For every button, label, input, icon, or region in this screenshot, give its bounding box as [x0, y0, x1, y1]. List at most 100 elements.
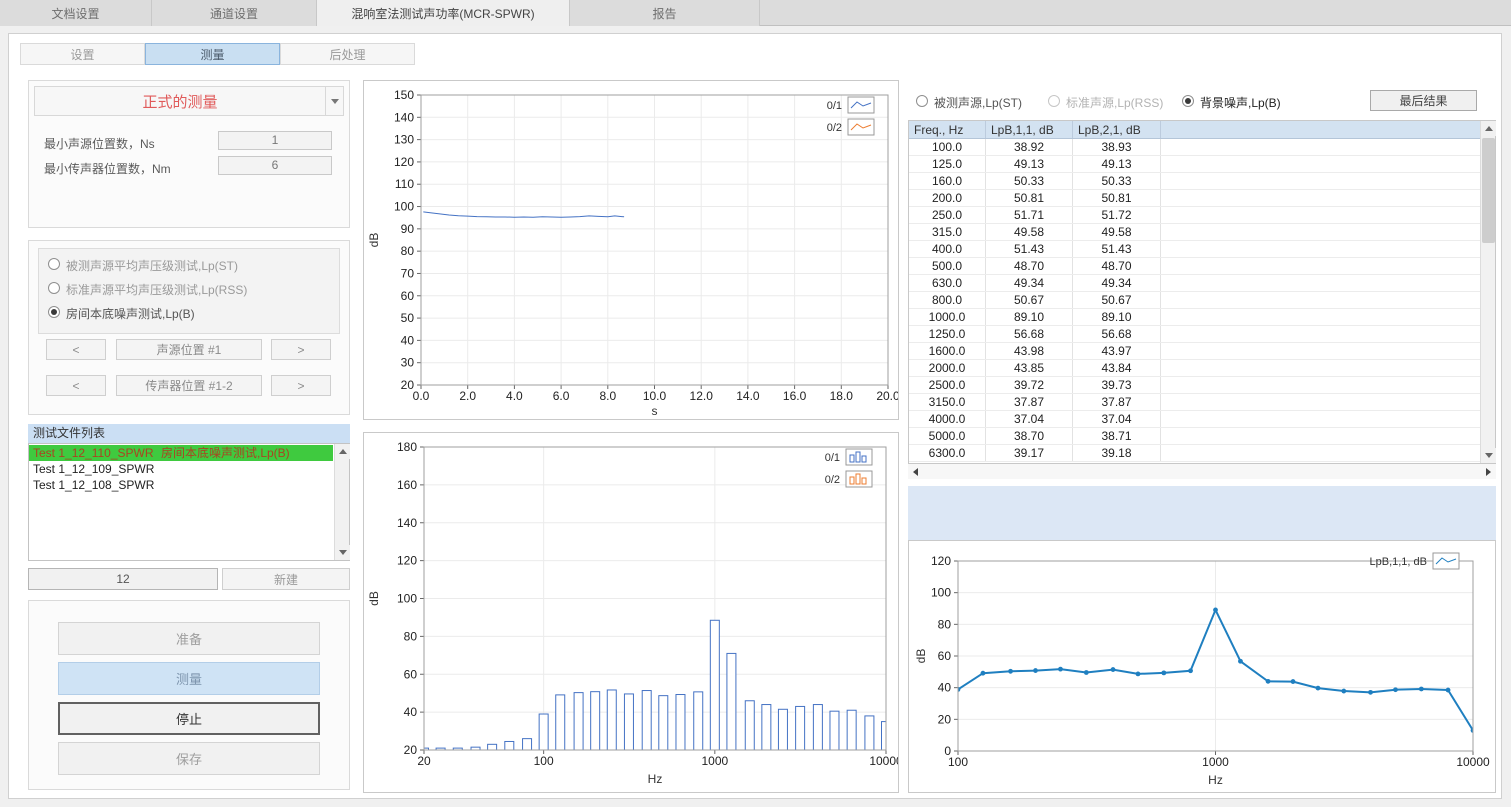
- svg-text:12.0: 12.0: [690, 389, 714, 403]
- radio-result-lp-rss[interactable]: [1048, 95, 1060, 107]
- table-cell: 500.0: [909, 258, 986, 274]
- svg-text:dB: dB: [367, 233, 381, 248]
- table-row[interactable]: 2500.039.7239.73: [909, 377, 1480, 394]
- scroll-right-icon[interactable]: [1481, 464, 1496, 479]
- tab-setup[interactable]: 设置: [20, 43, 145, 65]
- radio-lp-b[interactable]: [48, 306, 60, 318]
- table-row[interactable]: 200.050.8150.81: [909, 190, 1480, 207]
- scroll-down-icon[interactable]: [335, 545, 350, 560]
- table-row[interactable]: 500.048.7048.70: [909, 258, 1480, 275]
- table-row[interactable]: 3150.037.8737.87: [909, 394, 1480, 411]
- table-row[interactable]: 250.051.7151.72: [909, 207, 1480, 224]
- table-row[interactable]: 400.051.4351.43: [909, 241, 1480, 258]
- table-header-lpb1[interactable]: LpB,1,1, dB: [986, 121, 1073, 138]
- radio-result-lp-st[interactable]: [916, 95, 928, 107]
- file-list-item[interactable]: Test 1_12_109_SPWR: [29, 461, 333, 477]
- scroll-up-icon[interactable]: [335, 444, 350, 459]
- svg-text:20: 20: [417, 754, 431, 768]
- radio-result-lp-b[interactable]: [1182, 95, 1194, 107]
- table-row[interactable]: 2000.043.8543.84: [909, 360, 1480, 377]
- dropdown-arrow-icon[interactable]: [325, 87, 343, 115]
- tab-channel-settings[interactable]: 通道设置: [152, 0, 317, 26]
- table-header-freq[interactable]: Freq., Hz: [909, 121, 986, 138]
- radio-lp-rss[interactable]: [48, 282, 60, 294]
- time-history-panel: 20304050607080901001101201301401500.02.0…: [363, 80, 899, 420]
- table-cell: 37.04: [986, 411, 1073, 427]
- ns-field[interactable]: 1: [218, 131, 332, 150]
- tab-postprocess[interactable]: 后处理: [280, 43, 415, 65]
- table-cell: 43.84: [1073, 360, 1161, 376]
- svg-text:4.0: 4.0: [506, 389, 523, 403]
- stop-button[interactable]: 停止: [58, 702, 320, 735]
- svg-text:2.0: 2.0: [459, 389, 476, 403]
- table-cell: 3150.0: [909, 394, 986, 410]
- measure-button[interactable]: 测量: [58, 662, 320, 695]
- table-row[interactable]: 1000.089.1089.10: [909, 309, 1480, 326]
- mic-pos-button[interactable]: 传声器位置 #1-2: [116, 375, 262, 396]
- table-cell: 1000.0: [909, 309, 986, 325]
- prepare-button[interactable]: 准备: [58, 622, 320, 655]
- table-row[interactable]: 5000.038.7038.71: [909, 428, 1480, 445]
- table-row[interactable]: 125.049.1349.13: [909, 156, 1480, 173]
- svg-text:50: 50: [401, 311, 415, 325]
- table-cell: 49.58: [986, 224, 1073, 240]
- svg-text:60: 60: [401, 289, 415, 303]
- tab-document-settings[interactable]: 文档设置: [0, 0, 152, 26]
- svg-text:Hz: Hz: [648, 772, 663, 786]
- table-cell: 50.33: [986, 173, 1073, 189]
- svg-text:16.0: 16.0: [783, 389, 807, 403]
- svg-text:100: 100: [948, 755, 968, 769]
- table-row[interactable]: 315.049.5849.58: [909, 224, 1480, 241]
- tab-report[interactable]: 报告: [570, 0, 760, 26]
- table-row[interactable]: 800.050.6750.67: [909, 292, 1480, 309]
- scroll-down-icon[interactable]: [1481, 448, 1496, 463]
- table-row[interactable]: 1250.056.6856.68: [909, 326, 1480, 343]
- radio-lp-st-label: 被测声源平均声压级测试,Lp(ST): [66, 257, 238, 274]
- table-cell: 1250.0: [909, 326, 986, 342]
- source-pos-button[interactable]: 声源位置 #1: [116, 339, 262, 360]
- table-vscrollbar[interactable]: [1480, 121, 1495, 463]
- mic-pos-next-button[interactable]: >: [271, 375, 331, 396]
- table-cell: 50.67: [986, 292, 1073, 308]
- file-list-item[interactable]: Test 1_12_108_SPWR: [29, 477, 333, 493]
- table-row[interactable]: 160.050.3350.33: [909, 173, 1480, 190]
- file-list-scrollbar[interactable]: [334, 444, 349, 560]
- measure-mode-dropdown[interactable]: 正式的测量: [34, 86, 344, 116]
- table-body: 100.038.9238.93125.049.1349.13160.050.33…: [909, 139, 1480, 462]
- source-pos-next-button[interactable]: >: [271, 339, 331, 360]
- scroll-up-icon[interactable]: [1481, 121, 1496, 136]
- nm-field[interactable]: 6: [218, 156, 332, 175]
- table-header-row: Freq., Hz LpB,1,1, dB LpB,2,1, dB: [909, 121, 1480, 139]
- new-file-button[interactable]: 新建: [222, 568, 350, 590]
- mic-pos-prev-button[interactable]: <: [46, 375, 106, 396]
- status-spacer-area: [908, 486, 1496, 540]
- file-number-field[interactable]: 12: [28, 568, 218, 590]
- radio-result-lp-rss-label: 标准声源,Lp(RSS): [1066, 94, 1163, 111]
- table-row[interactable]: 1600.043.9843.97: [909, 343, 1480, 360]
- table-row[interactable]: 6300.039.1739.18: [909, 445, 1480, 462]
- final-result-button[interactable]: 最后结果: [1370, 90, 1477, 111]
- scrollbar-thumb[interactable]: [1482, 138, 1495, 243]
- source-pos-prev-button[interactable]: <: [46, 339, 106, 360]
- table-cell: 56.68: [986, 326, 1073, 342]
- table-header-lpb2[interactable]: LpB,2,1, dB: [1073, 121, 1161, 138]
- result-spectrum-chart: 020406080100120100100010000HzdBLpB,1,1, …: [909, 541, 1495, 792]
- file-list: Test 1_12_110_SPWR房间本底噪声测试,Lp(B)Test 1_1…: [28, 443, 350, 561]
- table-row[interactable]: 4000.037.0437.04: [909, 411, 1480, 428]
- table-hscrollbar[interactable]: [908, 464, 1496, 479]
- svg-text:90: 90: [401, 222, 415, 236]
- svg-text:40: 40: [401, 333, 415, 347]
- top-tab-bar: 文档设置 通道设置 混响室法测试声功率(MCR-SPWR) 报告: [0, 0, 1511, 26]
- tab-measure[interactable]: 测量: [145, 43, 280, 65]
- svg-text:130: 130: [394, 133, 414, 147]
- tab-mcr-spwr[interactable]: 混响室法测试声功率(MCR-SPWR): [317, 0, 570, 26]
- save-button[interactable]: 保存: [58, 742, 320, 775]
- radio-lp-st[interactable]: [48, 258, 60, 270]
- scroll-left-icon[interactable]: [908, 464, 923, 479]
- table-row[interactable]: 630.049.3449.34: [909, 275, 1480, 292]
- file-list-item[interactable]: Test 1_12_110_SPWR房间本底噪声测试,Lp(B): [29, 445, 333, 461]
- svg-text:0/1: 0/1: [827, 100, 842, 112]
- table-row[interactable]: 100.038.9238.93: [909, 139, 1480, 156]
- table-cell: 200.0: [909, 190, 986, 206]
- table-cell: 38.92: [986, 139, 1073, 155]
